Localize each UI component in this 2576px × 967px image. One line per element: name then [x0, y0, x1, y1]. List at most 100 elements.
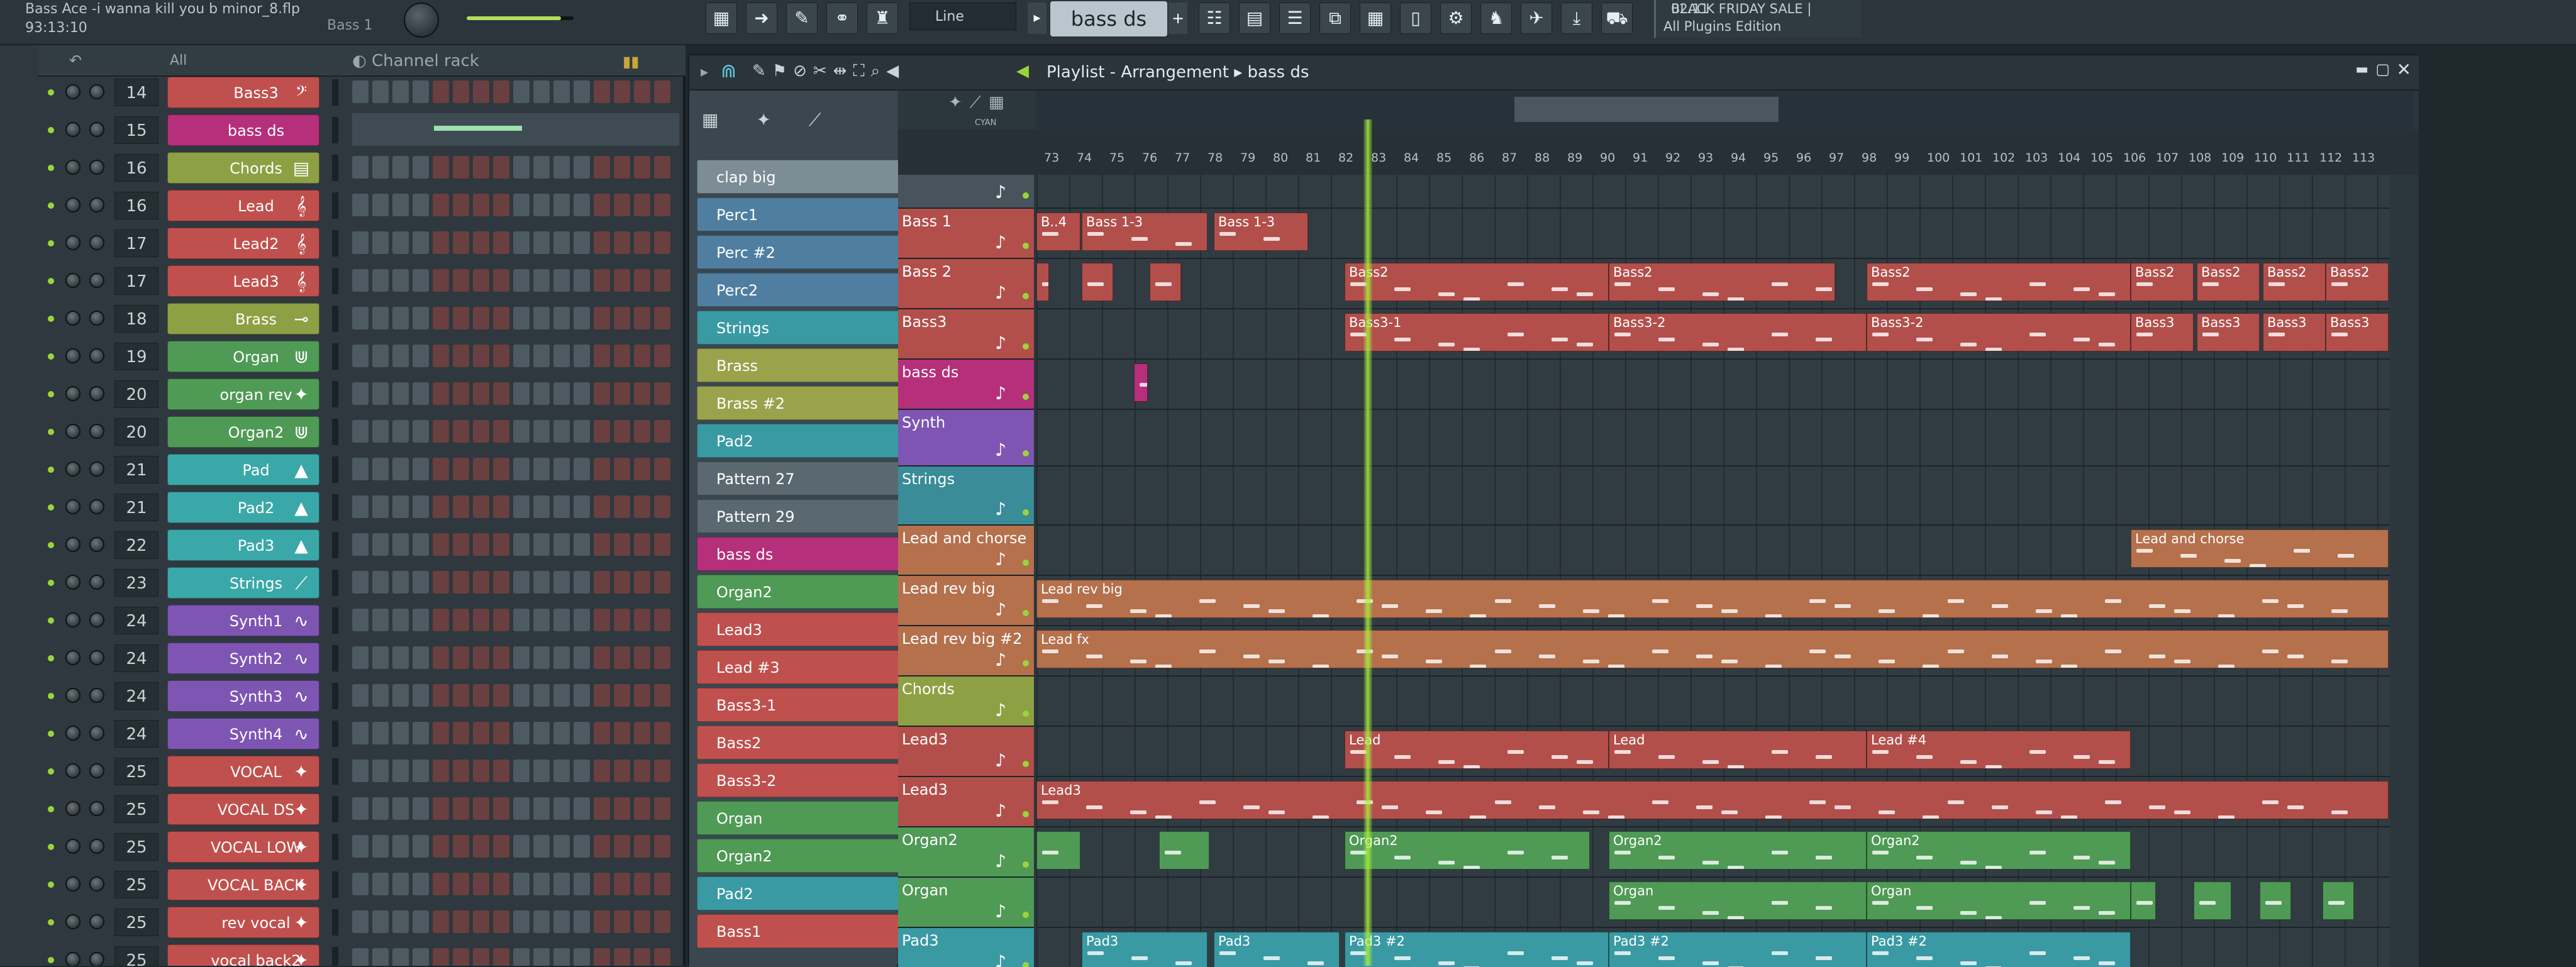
track-grid[interactable]: LeadLeadLead #4 — [1036, 727, 2390, 777]
step-button[interactable] — [634, 80, 650, 103]
step-button[interactable] — [413, 835, 429, 858]
step-button[interactable] — [634, 646, 650, 669]
pattern-picker-item[interactable]: Pad2 — [697, 876, 928, 910]
step-button[interactable] — [392, 609, 409, 631]
pattern-picker-item[interactable]: Strings — [697, 311, 928, 345]
step-button[interactable] — [453, 760, 469, 782]
step-button[interactable] — [372, 910, 389, 933]
channel-select-indicator[interactable] — [332, 419, 338, 445]
playlist-icon[interactable]: ▤ — [1239, 3, 1270, 34]
step-button[interactable] — [614, 910, 630, 933]
step-button[interactable] — [413, 231, 429, 254]
channel-led[interactable] — [48, 957, 54, 963]
step-button[interactable] — [614, 382, 630, 405]
step-button[interactable] — [553, 533, 570, 556]
track-mute-led[interactable] — [1023, 560, 1029, 566]
step-button[interactable] — [493, 722, 509, 744]
step-button[interactable] — [372, 948, 389, 966]
step-button[interactable] — [413, 609, 429, 631]
pattern-picker-item[interactable]: Bass3-1 — [697, 688, 928, 722]
channel-filter[interactable]: All — [170, 53, 187, 69]
step-button[interactable] — [654, 684, 670, 707]
channel-volume-knob[interactable] — [89, 311, 104, 326]
step-button[interactable] — [493, 571, 509, 594]
step-button[interactable] — [413, 458, 429, 480]
step-button[interactable] — [634, 948, 650, 966]
pattern-prev-button[interactable]: ▸ — [1028, 3, 1046, 34]
channel-mixer-track[interactable]: 17 — [114, 229, 158, 257]
step-button[interactable] — [594, 382, 610, 405]
magnet-icon[interactable]: ⋒ — [721, 60, 736, 82]
channel-volume-knob[interactable] — [89, 84, 104, 99]
track-grid[interactable] — [1036, 677, 2390, 727]
channel-volume-knob[interactable] — [89, 424, 104, 439]
track-header[interactable]: Organ2 ♪ — [898, 827, 1034, 878]
track-mute-led[interactable] — [1023, 710, 1029, 717]
pattern-clip[interactable] — [1159, 831, 1209, 870]
step-button[interactable] — [513, 835, 530, 858]
step-sequencer[interactable] — [352, 156, 679, 179]
step-sequencer[interactable] — [352, 910, 679, 933]
step-button[interactable] — [392, 80, 409, 103]
step-button[interactable] — [372, 382, 389, 405]
channel-pan-knob[interactable] — [65, 650, 80, 665]
pattern-picker-item[interactable]: Brass #2 — [697, 386, 928, 420]
step-button[interactable] — [352, 345, 369, 367]
track-header[interactable]: Synth ♪ — [898, 410, 1034, 467]
step-sequencer[interactable] — [352, 382, 679, 405]
browser-icon[interactable]: ▯ — [1400, 3, 1431, 34]
channel-select-indicator[interactable] — [332, 871, 338, 898]
channel-led[interactable] — [48, 467, 54, 473]
track-grid[interactable] — [1036, 360, 2390, 410]
playlist-track[interactable]: Synth ♪ — [898, 410, 2419, 467]
channel-row[interactable]: 23 Strings ⟋ — [0, 563, 686, 601]
channel-mixer-track[interactable]: 16 — [114, 192, 158, 219]
step-button[interactable] — [634, 194, 650, 216]
step-sequencer[interactable] — [352, 684, 679, 707]
step-button[interactable] — [352, 873, 369, 895]
channel-select-indicator[interactable] — [332, 117, 338, 143]
track-grid[interactable]: Lead and chorse — [1036, 526, 2390, 576]
step-button[interactable] — [614, 797, 630, 820]
pattern-picker-item[interactable]: Lead3 — [697, 612, 928, 646]
channel-row[interactable]: 21 Pad2 ▲ — [0, 488, 686, 526]
channel-name-button[interactable]: vocal back2 ✦ — [167, 944, 319, 966]
pattern-picker-item[interactable]: Perc2 — [697, 273, 928, 307]
pattern-clip[interactable] — [1036, 263, 1049, 302]
step-button[interactable] — [473, 231, 489, 254]
step-button[interactable] — [473, 194, 489, 216]
step-button[interactable] — [614, 646, 630, 669]
pattern-picker-item[interactable]: Pattern 29 — [697, 499, 928, 533]
step-button[interactable] — [453, 948, 469, 966]
step-button[interactable] — [413, 571, 429, 594]
channel-volume-knob[interactable] — [89, 575, 104, 590]
step-button[interactable] — [513, 420, 530, 443]
piano-roll-icon[interactable]: ☰ — [1279, 3, 1311, 34]
channel-pan-knob[interactable] — [65, 688, 80, 703]
step-button[interactable] — [594, 156, 610, 179]
step-button[interactable] — [614, 571, 630, 594]
step-button[interactable] — [433, 722, 449, 744]
pattern-clip[interactable]: Bass2 — [1609, 263, 1835, 302]
channel-volume-knob[interactable] — [89, 914, 104, 929]
step-button[interactable] — [433, 458, 449, 480]
channel-name-button[interactable]: Lead3 𝄞 — [167, 265, 319, 297]
step-button[interactable] — [372, 873, 389, 895]
track-header[interactable]: Pad3 ♪ — [898, 928, 1034, 967]
channel-pan-knob[interactable] — [65, 612, 80, 627]
channel-mixer-track[interactable]: 25 — [114, 946, 158, 966]
step-button[interactable] — [574, 345, 590, 367]
channel-mixer-track[interactable]: 16 — [114, 154, 158, 182]
channel-select-indicator[interactable] — [332, 834, 338, 860]
channel-select-indicator[interactable] — [332, 947, 338, 966]
step-button[interactable] — [634, 420, 650, 443]
channel-name-button[interactable]: bass ds — [167, 114, 319, 146]
channel-pan-knob[interactable] — [65, 801, 80, 816]
step-button[interactable] — [473, 835, 489, 858]
channel-volume-knob[interactable] — [89, 876, 104, 892]
pattern-clip[interactable]: Bass3 — [2197, 313, 2260, 352]
step-button[interactable] — [594, 722, 610, 744]
step-button[interactable] — [654, 345, 670, 367]
step-button[interactable] — [392, 760, 409, 782]
pattern-clip[interactable]: Organ — [1867, 881, 2131, 920]
